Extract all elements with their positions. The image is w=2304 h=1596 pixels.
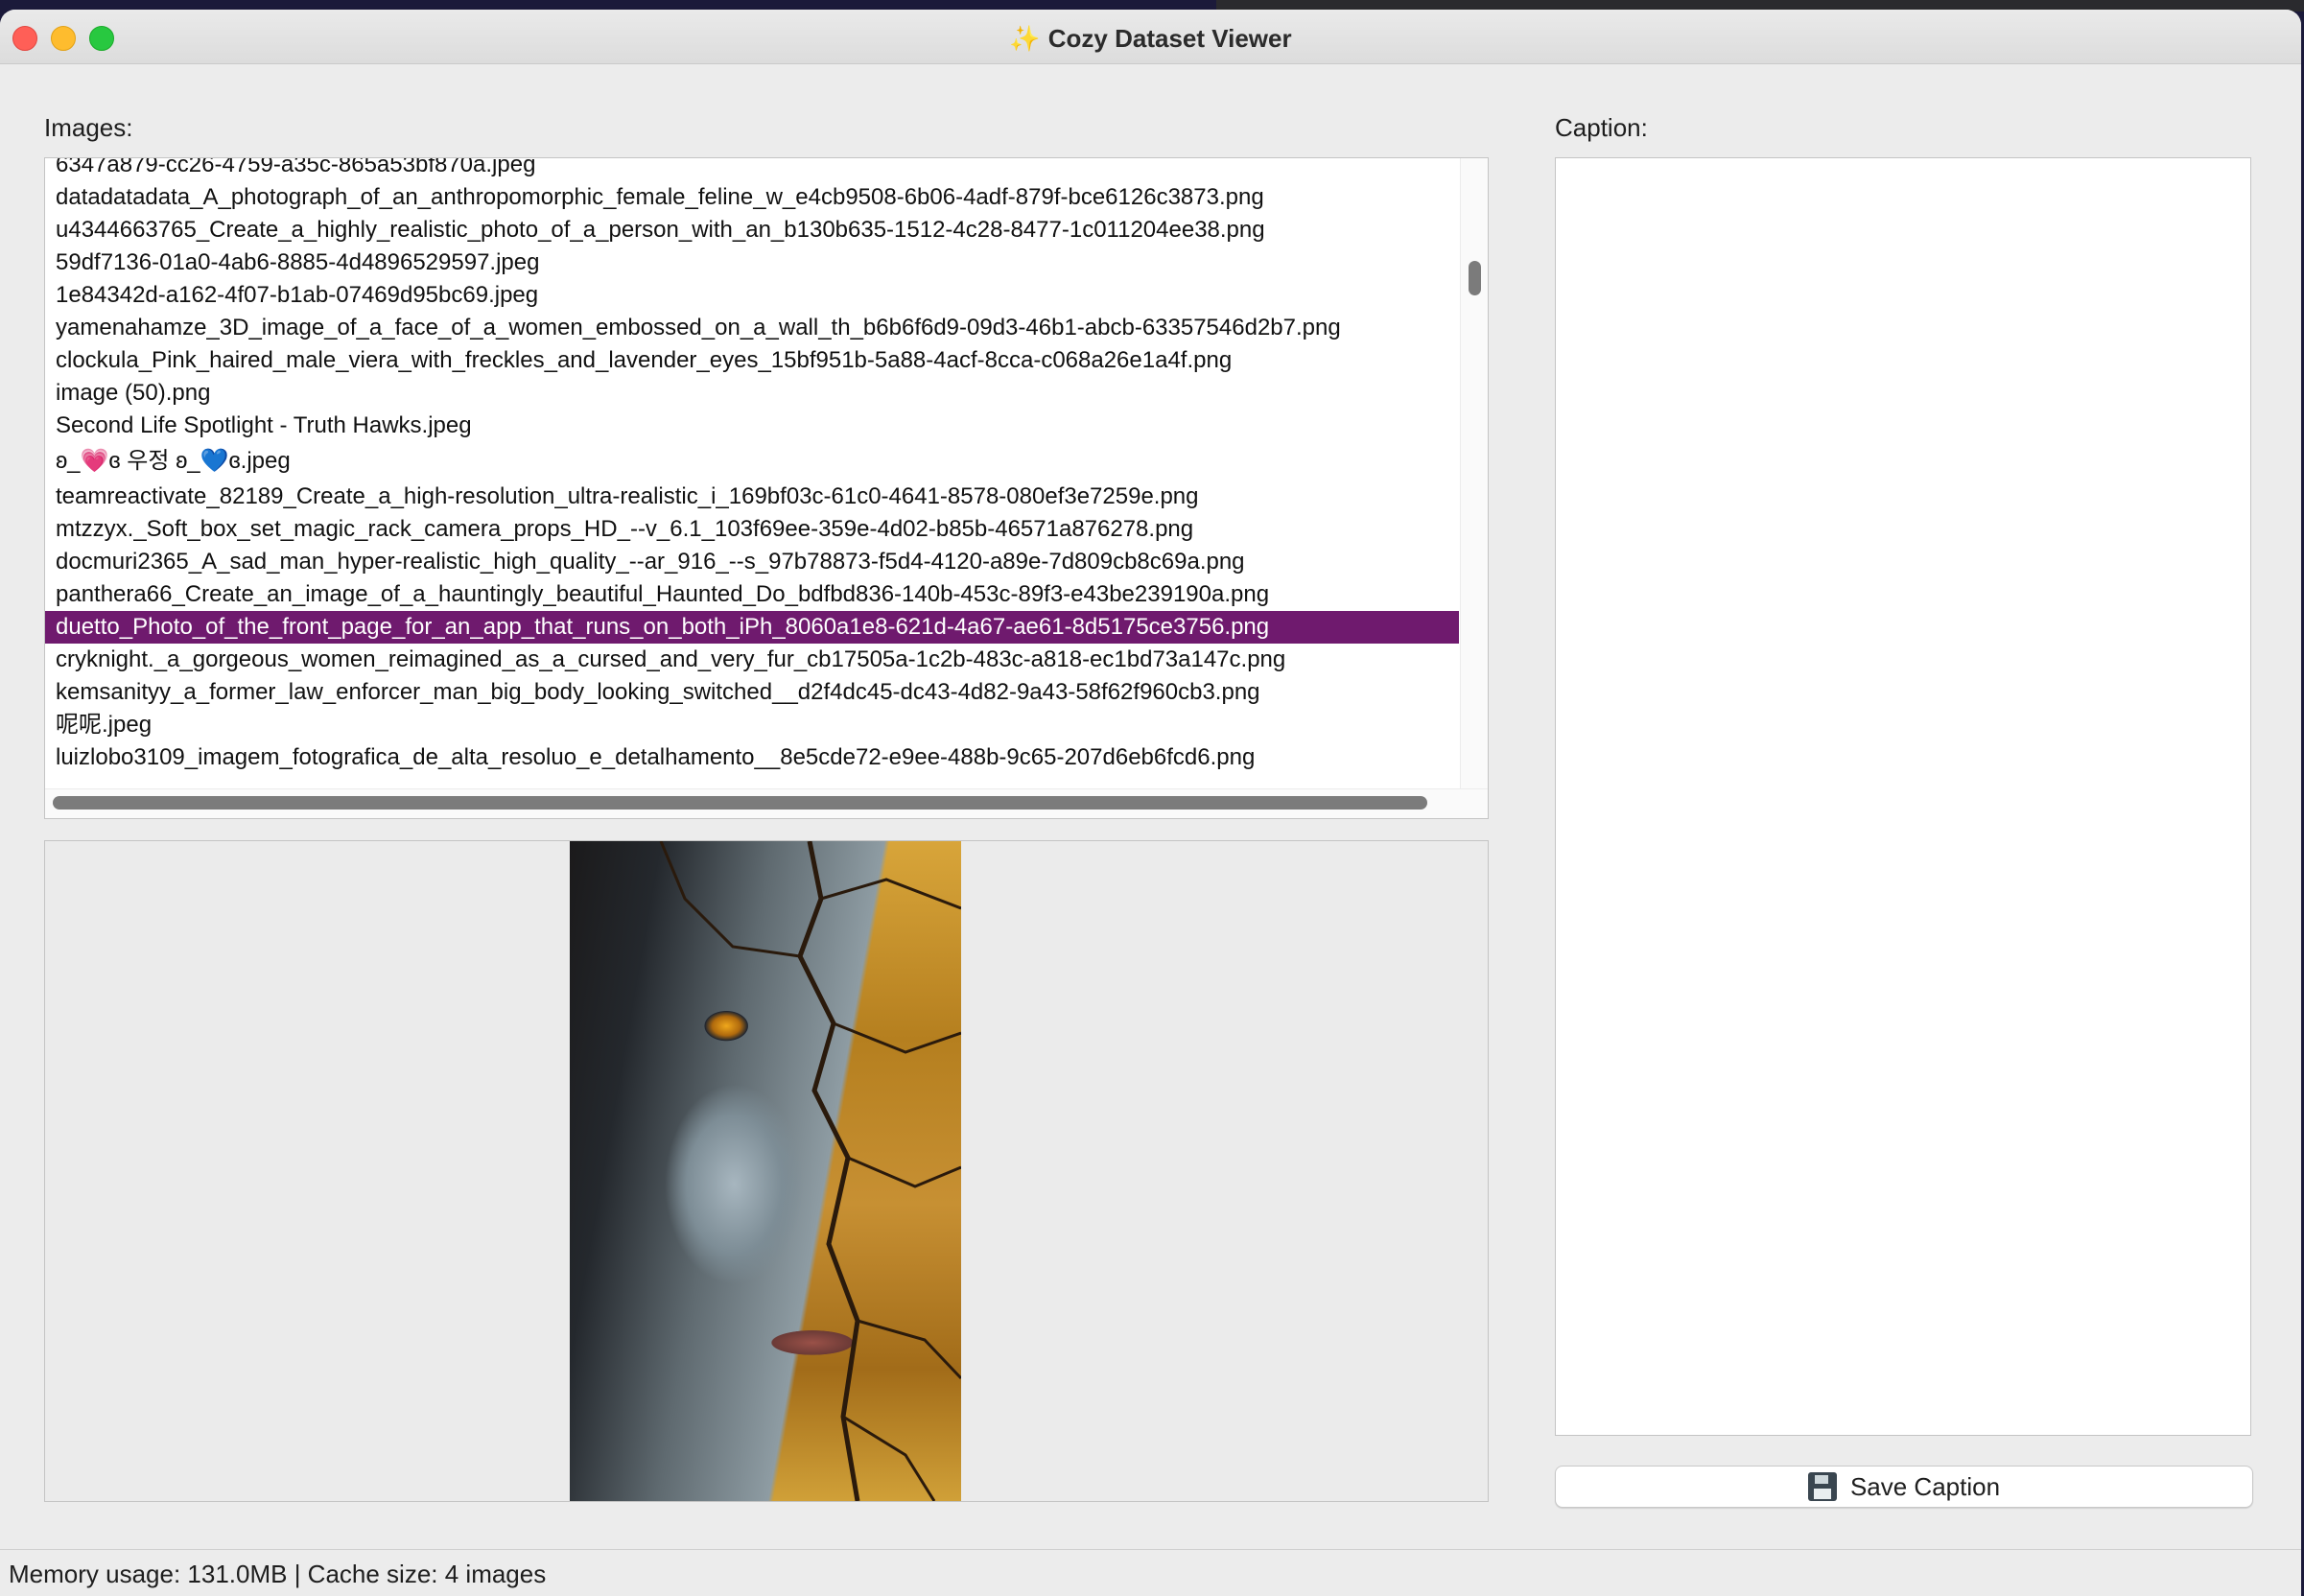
image-preview-panel [44,840,1489,1502]
preview-image [570,841,961,1501]
list-item[interactable]: luizlobo3109_imagem_fotografica_de_alta_… [45,741,1459,774]
save-caption-label: Save Caption [1849,1471,2001,1501]
list-item[interactable]: 59df7136-01a0-4ab6-8885-4d4896529597.jpe… [45,246,1459,279]
image-file-list[interactable]: 6347a879-cc26-4759-a35c-865a53bf870a.jpe… [44,157,1489,819]
list-item[interactable]: datadatadata_A_photograph_of_an_anthropo… [45,181,1459,214]
app-window: ✨ Cozy Dataset Viewer Images: Caption: 63… [0,10,2301,1596]
list-item[interactable]: clockula_Pink_haired_male_viera_with_fre… [45,344,1459,377]
horizontal-scrollbar-thumb[interactable] [53,796,1427,810]
list-item[interactable]: yamenahamze_3D_image_of_a_face_of_a_wome… [45,312,1459,344]
save-caption-button[interactable]: Save Caption [1555,1466,2253,1508]
images-label: Images: [44,113,133,142]
list-item[interactable]: mtzzyx._Soft_box_set_magic_rack_camera_p… [45,513,1459,546]
list-item[interactable]: 6347a879-cc26-4759-a35c-865a53bf870a.jpe… [45,158,1459,181]
list-item[interactable]: teamreactivate_82189_Create_a_high-resol… [45,481,1459,513]
vertical-scrollbar[interactable] [1460,158,1488,789]
preview-image-cracks [659,841,961,1501]
list-item[interactable]: kemsanityy_a_former_law_enforcer_man_big… [45,676,1459,709]
list-item[interactable]: image (50).png [45,377,1459,410]
list-item[interactable]: panthera66_Create_an_image_of_a_haunting… [45,578,1459,611]
vertical-scrollbar-thumb[interactable] [1469,261,1481,295]
horizontal-scrollbar[interactable] [45,788,1488,818]
window-title: ✨ Cozy Dataset Viewer [0,24,2301,54]
sparkles-icon: ✨ [1009,24,1041,53]
list-item[interactable]: docmuri2365_A_sad_man_hyper-realistic_hi… [45,546,1459,578]
list-item[interactable]: 1e84342d-a162-4f07-b1ab-07469d95bc69.jpe… [45,279,1459,312]
list-item[interactable]: Second Life Spotlight - Truth Hawks.jpeg [45,410,1459,442]
floppy-disk-icon [1807,1472,1837,1501]
caption-textarea[interactable] [1555,157,2251,1436]
caption-label: Caption: [1555,113,1648,142]
window-title-text: Cozy Dataset Viewer [1047,24,1292,53]
list-item[interactable]: cryknight._a_gorgeous_women_reimagined_a… [45,644,1459,676]
list-item[interactable]: u4344663765_Create_a_highly_realistic_ph… [45,214,1459,246]
status-bar: Memory usage: 131.0MB | Cache size: 4 im… [0,1549,2301,1596]
file-list-items: 6347a879-cc26-4759-a35c-865a53bf870a.jpe… [45,158,1459,774]
list-item-selected[interactable]: duetto_Photo_of_the_front_page_for_an_ap… [45,611,1459,644]
list-item[interactable]: ʚ_💗ɞ 우정 ʚ_💙ɞ.jpeg [45,442,1459,481]
list-item[interactable]: 呢呢.jpeg [45,709,1459,741]
status-text: Memory usage: 131.0MB | Cache size: 4 im… [9,1560,547,1588]
title-bar[interactable]: ✨ Cozy Dataset Viewer [0,10,2301,64]
